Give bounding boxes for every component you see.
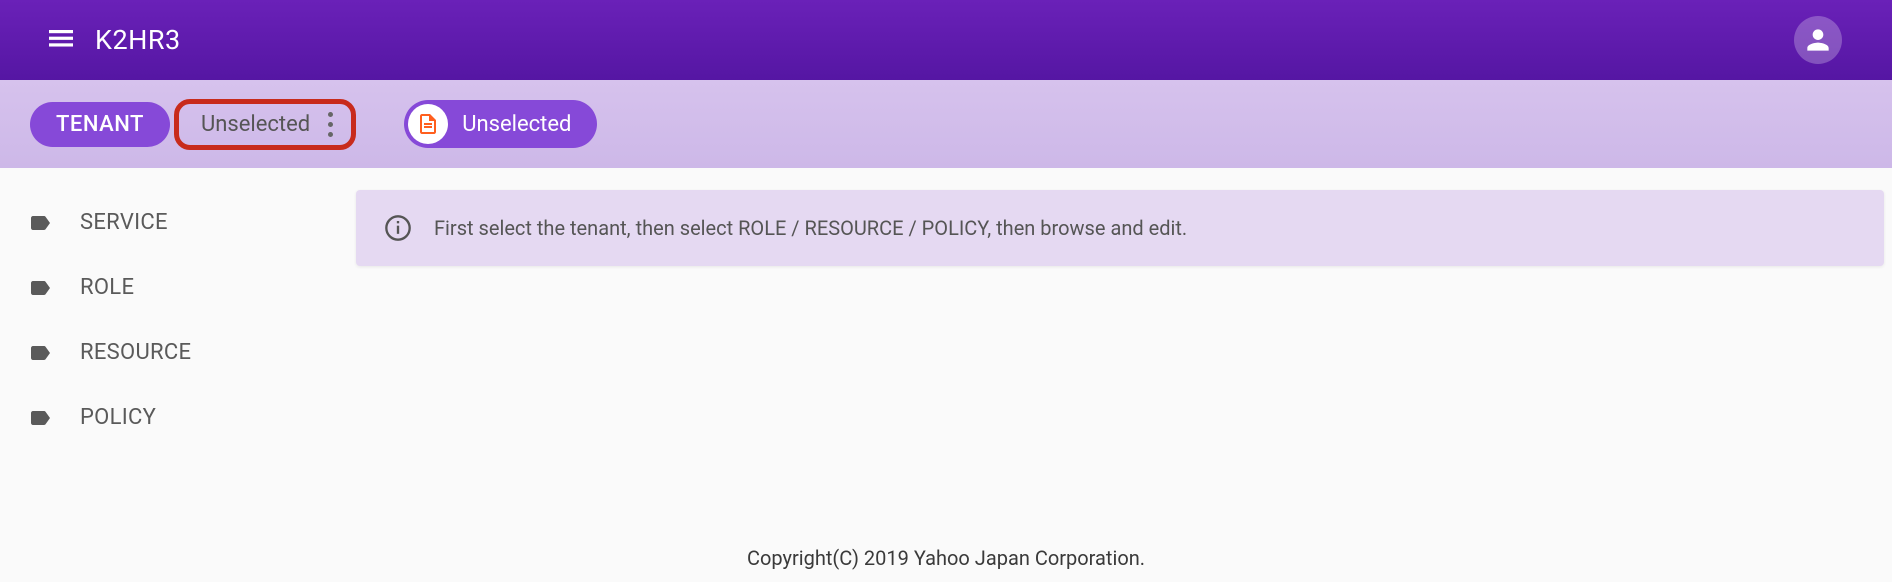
document-icon xyxy=(408,104,448,144)
app-title: K2HR3 xyxy=(95,24,181,56)
main-panel: First select the tenant, then select ROL… xyxy=(356,168,1892,450)
app-header: K2HR3 xyxy=(0,0,1892,80)
account-avatar-button[interactable] xyxy=(1794,16,1842,64)
tenant-selector-value: Unselected xyxy=(201,112,310,137)
subheader: TENANT Unselected Unselected xyxy=(0,80,1892,168)
label-icon xyxy=(28,276,52,300)
info-banner: First select the tenant, then select ROL… xyxy=(356,190,1884,266)
label-icon xyxy=(28,211,52,235)
sidebar-item-label: SERVICE xyxy=(80,210,168,235)
tenant-pill[interactable]: TENANT xyxy=(30,102,170,147)
content-area: SERVICE ROLE RESOURCE POLICY xyxy=(0,168,1892,450)
tenant-selector-highlighted[interactable]: Unselected xyxy=(174,99,356,150)
hamburger-icon[interactable] xyxy=(45,22,77,58)
sidebar-item-label: ROLE xyxy=(80,275,134,300)
tenant-group: TENANT Unselected xyxy=(30,99,356,150)
more-vertical-icon[interactable] xyxy=(328,112,333,137)
info-icon xyxy=(384,214,412,242)
info-message: First select the tenant, then select ROL… xyxy=(434,216,1187,240)
path-pill[interactable]: Unselected xyxy=(404,100,597,148)
sidebar-item-resource[interactable]: RESOURCE xyxy=(0,320,356,385)
sidebar-item-service[interactable]: SERVICE xyxy=(0,190,356,255)
path-value: Unselected xyxy=(462,112,571,137)
label-icon xyxy=(28,341,52,365)
sidebar-item-label: POLICY xyxy=(80,405,156,430)
sidebar: SERVICE ROLE RESOURCE POLICY xyxy=(0,168,356,450)
sidebar-item-role[interactable]: ROLE xyxy=(0,255,356,320)
header-left: K2HR3 xyxy=(45,22,181,58)
sidebar-item-label: RESOURCE xyxy=(80,340,191,365)
label-icon xyxy=(28,406,52,430)
sidebar-item-policy[interactable]: POLICY xyxy=(0,385,356,450)
person-icon xyxy=(1802,24,1834,56)
footer-copyright: Copyright(C) 2019 Yahoo Japan Corporatio… xyxy=(0,546,1892,570)
